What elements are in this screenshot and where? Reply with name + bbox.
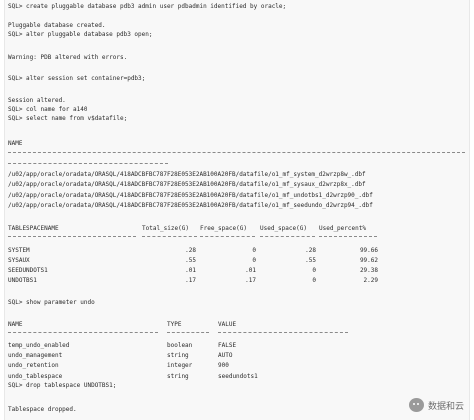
column-separator — [200, 236, 255, 237]
datafile-column-header: NAME — [8, 140, 23, 147]
total-size-header: Total_size(G) — [142, 225, 189, 232]
sql-command-col-format: SQL> col name for a140 — [8, 106, 88, 113]
used-percent: 2.29 — [363, 277, 378, 284]
param-value: AUTO — [218, 352, 233, 359]
param-value-header: VALUE — [218, 321, 237, 328]
param-value: 900 — [218, 362, 229, 369]
sql-command-select-datafile: SQL> select name from v$datafile; — [8, 115, 128, 122]
tablespace-header-row: TABLESPACENAME Total_size(G) Free_space(… — [8, 224, 468, 233]
used-percent: 99.62 — [359, 257, 378, 264]
parameter-row: undo_management string AUTO — [8, 351, 468, 360]
param-name: undo_management — [8, 352, 63, 359]
sql-command-show-parameter: SQL> show parameter undo — [8, 299, 95, 306]
param-value: FALSE — [218, 342, 237, 349]
tablespace-name: UNDOTBS1 — [8, 277, 37, 284]
total-size: .55 — [185, 257, 196, 264]
sql-command-create-pdb: SQL> create pluggable database pdb3 admi… — [8, 3, 287, 10]
param-type: integer — [167, 362, 193, 369]
free-space-header: Free_space(G) — [200, 225, 247, 232]
column-separator — [167, 332, 209, 333]
parameter-row: temp_undo_enabled boolean FALSE — [8, 341, 468, 350]
column-separator — [8, 163, 168, 164]
used-space: 0 — [312, 267, 316, 274]
tablespace-row: SEEDUNDOTS1 .01 .01 0 29.38 — [8, 266, 468, 275]
used-percent-header: Used_percent% — [319, 225, 366, 232]
free-space: .01 — [245, 267, 256, 274]
parameter-row: undo_tablespace string seedundots1 — [8, 372, 468, 381]
tablespace-name: SEEDUNDOTS1 — [8, 267, 48, 274]
output-session-altered: Session altered. — [8, 97, 66, 104]
column-separator — [218, 332, 348, 333]
output-warning: Warning: PDB altered with errors. — [8, 54, 128, 61]
column-separator — [142, 236, 197, 237]
param-value: seedundots1 — [218, 373, 258, 380]
column-separator — [8, 152, 465, 153]
param-type-header: TYPE — [167, 321, 182, 328]
sql-command-drop-tablespace: SQL> drop tablespace UNDOTBS1; — [8, 382, 117, 389]
datafile-row: /u02/app/oracle/oradata/ORASQL/418ADCBFB… — [8, 181, 366, 188]
datafile-row: /u02/app/oracle/oradata/ORASQL/418ADCBFB… — [8, 171, 366, 178]
total-size: .28 — [185, 247, 196, 254]
column-separator — [319, 236, 377, 237]
column-separator — [260, 236, 315, 237]
parameter-row: undo_retention integer 900 — [8, 361, 468, 370]
column-separator — [8, 236, 136, 237]
tablespace-row: SYSAUX .55 0 .55 99.62 — [8, 256, 468, 265]
param-name: undo_retention — [8, 362, 59, 369]
wechat-icon — [408, 398, 424, 412]
tablespace-row: UNDOTBS1 .17 .17 0 2.29 — [8, 276, 468, 285]
watermark: 数据和云 — [408, 397, 464, 413]
used-space: 0 — [312, 277, 316, 284]
free-space: 0 — [252, 257, 256, 264]
param-type: string — [167, 373, 189, 380]
param-name-header: NAME — [8, 321, 23, 328]
datafile-row: /u02/app/oracle/oradata/ORASQL/418ADCBFB… — [8, 202, 373, 209]
output-pdb-created: Pluggable database created. — [8, 22, 106, 29]
tablespace-row: SYSTEM .28 0 .28 99.66 — [8, 246, 468, 255]
param-type: boolean — [167, 342, 193, 349]
datafile-row: /u02/app/oracle/oradata/ORASQL/418ADCBFB… — [8, 192, 373, 199]
sql-command-open-pdb: SQL> alter pluggable database pdb3 open; — [8, 31, 153, 38]
total-size: .01 — [185, 267, 196, 274]
used-space: .55 — [305, 257, 316, 264]
output-tablespace-dropped: Tablespace dropped. — [8, 406, 77, 413]
free-space: 0 — [252, 247, 256, 254]
total-size: .17 — [185, 277, 196, 284]
sql-console[interactable]: SQL> create pluggable database pdb3 admi… — [4, 0, 470, 420]
used-percent: 99.66 — [359, 247, 378, 254]
watermark-text: 数据和云 — [427, 401, 464, 412]
param-name: undo_tablespace — [8, 373, 63, 380]
used-space-header: Used_space(G) — [260, 225, 307, 232]
tablespace-name: SYSAUX — [8, 257, 30, 264]
tablespace-name: SYSTEM — [8, 247, 30, 254]
column-separator — [8, 332, 158, 333]
param-type: string — [167, 352, 189, 359]
param-name: temp_undo_enabled — [8, 342, 70, 349]
used-space: .28 — [305, 247, 316, 254]
tablespace-name-header: TABLESPACENAME — [8, 225, 59, 232]
sql-command-set-container: SQL> alter session set container=pdb3; — [8, 75, 146, 82]
free-space: .17 — [245, 277, 256, 284]
used-percent: 29.38 — [359, 267, 378, 274]
parameter-header-row: NAME TYPE VALUE — [8, 320, 468, 329]
